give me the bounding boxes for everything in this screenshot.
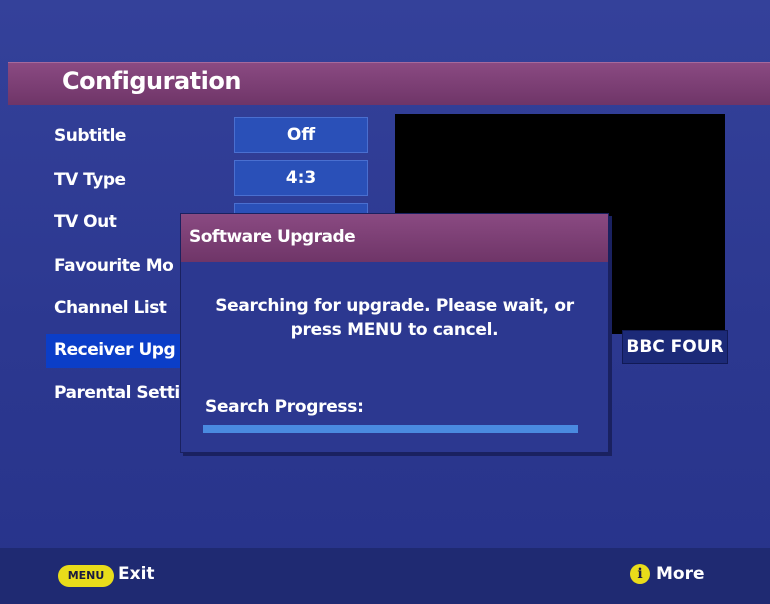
- dialog-message: Searching for upgrade. Please wait, or p…: [181, 294, 608, 342]
- menu-item-parental-settings[interactable]: Parental Setti: [54, 383, 180, 403]
- menu-key-icon[interactable]: MENU: [58, 565, 114, 587]
- menu-item-subtitle[interactable]: Subtitle: [54, 126, 126, 146]
- search-progress-fill: [203, 425, 578, 433]
- progress-label: Search Progress:: [205, 397, 364, 417]
- menu-item-favourite-mode[interactable]: Favourite Mo: [54, 256, 174, 276]
- more-label[interactable]: More: [656, 564, 705, 584]
- menu-item-tv-out[interactable]: TV Out: [54, 212, 117, 232]
- menu-item-tv-type[interactable]: TV Type: [54, 170, 126, 190]
- footer-bar: MENU Exit i More: [0, 548, 770, 604]
- menu-item-channel-list[interactable]: Channel List: [54, 298, 167, 318]
- software-upgrade-dialog: Software Upgrade Searching for upgrade. …: [180, 213, 609, 453]
- exit-label[interactable]: Exit: [118, 564, 155, 584]
- page-title: Configuration: [62, 67, 241, 95]
- tv-type-value[interactable]: 4:3: [234, 160, 368, 196]
- dialog-title-bar: Software Upgrade: [181, 214, 608, 262]
- search-progress-bar: [203, 425, 578, 433]
- channel-name-label: BBC FOUR: [622, 330, 728, 364]
- dialog-message-line-1: Searching for upgrade. Please wait, or: [215, 296, 574, 316]
- dialog-message-line-2: press MENU to cancel.: [290, 320, 499, 340]
- info-icon[interactable]: i: [630, 564, 650, 584]
- subtitle-value[interactable]: Off: [234, 117, 368, 153]
- tv-screen: Configuration Subtitle TV Type TV Out Fa…: [0, 0, 770, 604]
- menu-item-receiver-upgrade[interactable]: Receiver Upg: [54, 340, 176, 360]
- dialog-title: Software Upgrade: [189, 227, 356, 247]
- header-bar: Configuration: [8, 62, 770, 105]
